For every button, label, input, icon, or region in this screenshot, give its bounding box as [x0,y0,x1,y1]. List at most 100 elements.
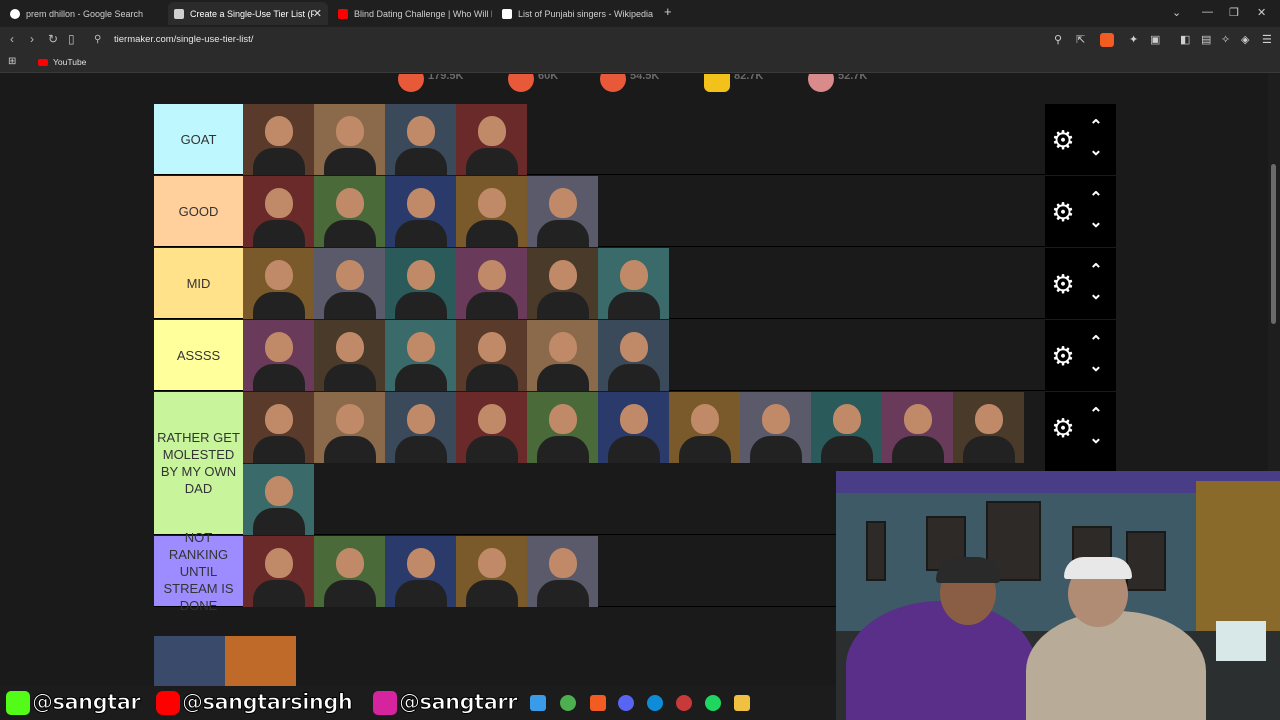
tier-item-image[interactable] [456,536,527,607]
tier-item-image[interactable] [385,392,456,463]
move-down-icon[interactable]: ⌄ [1087,143,1105,159]
discord-icon[interactable] [618,695,634,711]
windows-start-icon[interactable] [530,695,546,711]
tier-item-image[interactable] [882,392,953,463]
tier-label[interactable]: GOOD [154,176,243,246]
tier-label[interactable]: ASSSS [154,320,243,390]
gear-icon[interactable]: ⚙ [1049,198,1077,226]
reaction-icon[interactable] [808,74,834,92]
reload-icon[interactable]: ↻ [48,32,58,46]
gear-icon[interactable]: ⚙ [1049,270,1077,298]
tier-item-image[interactable] [314,248,385,319]
edge-icon[interactable] [647,695,663,711]
minimize-icon[interactable]: — [1202,6,1213,18]
tier-item-image[interactable] [243,536,314,607]
tab-tiermaker[interactable]: Create a Single-Use Tier List (Pri ✕ [168,2,328,25]
tier-item-image[interactable] [243,104,314,175]
tier-item-image[interactable] [598,248,669,319]
tier-item-image[interactable] [243,176,314,247]
close-tab-icon[interactable]: ✕ [313,7,322,20]
tier-item-image[interactable] [243,320,314,391]
reaction-icon[interactable] [398,74,424,92]
tier-item-image[interactable] [314,536,385,607]
move-up-icon[interactable]: ⌃ [1087,407,1105,423]
reaction-icon[interactable] [600,74,626,92]
move-up-icon[interactable]: ⌃ [1087,335,1105,351]
tier-item-image[interactable] [314,104,385,175]
tab-manager-icon[interactable]: ▣ [1150,33,1160,46]
wallet-icon[interactable]: ▤ [1201,33,1211,46]
tier-item-image[interactable] [740,392,811,463]
gear-icon[interactable]: ⚙ [1049,126,1077,154]
move-up-icon[interactable]: ⌃ [1087,191,1105,207]
tier-label[interactable]: GOAT [154,104,243,174]
move-down-icon[interactable]: ⌄ [1087,431,1105,447]
reaction-icon[interactable] [704,74,730,92]
site-info-icon[interactable]: ⚲ [94,34,101,45]
back-icon[interactable]: ‹ [10,32,14,46]
tier-item-image[interactable] [456,104,527,175]
tier-item-image[interactable] [314,320,385,391]
tier-item-image[interactable] [385,176,456,247]
tier-item-image[interactable] [527,392,598,463]
tier-item-image[interactable] [243,464,314,535]
apps-icon[interactable]: ⊞ [8,56,16,67]
bookmark-youtube[interactable]: YouTube [38,57,86,67]
scrollbar-thumb[interactable] [1271,164,1276,324]
tier-item-image[interactable] [598,320,669,391]
tier-label[interactable]: NOT RANKING UNTIL STREAM IS DONE [154,530,243,613]
tier-item-image[interactable] [456,248,527,319]
bookmark-icon[interactable]: ▯ [68,32,75,46]
tier-item-image[interactable] [385,104,456,175]
tier-item-image[interactable] [456,392,527,463]
move-down-icon[interactable]: ⌄ [1087,215,1105,231]
tier-item-image[interactable] [598,392,669,463]
obs-icon[interactable] [676,695,692,711]
tier-item-image[interactable] [527,176,598,247]
tab-search-icon[interactable]: ⌄ [1172,6,1181,19]
tier-item-image[interactable] [669,392,740,463]
unranked-item-image[interactable] [225,636,296,686]
chrome-icon[interactable] [560,695,576,711]
tab-google-search[interactable]: prem dhillon - Google Search [4,2,164,25]
menu-icon[interactable]: ☰ [1262,33,1272,46]
reaction-icon[interactable] [508,74,534,92]
tier-item-image[interactable] [527,320,598,391]
brave-icon[interactable] [590,695,606,711]
tier-item-image[interactable] [953,392,1024,463]
tier-item-image[interactable] [456,176,527,247]
file-explorer-icon[interactable] [734,695,750,711]
tier-item-image[interactable] [385,248,456,319]
tier-item-image[interactable] [243,392,314,463]
sidebar-icon[interactable]: ◧ [1180,33,1190,46]
tier-item-image[interactable] [385,536,456,607]
vpn-icon[interactable]: ◈ [1241,33,1249,46]
tier-item-image[interactable] [314,392,385,463]
tier-item-image[interactable] [527,536,598,607]
tier-item-image[interactable] [456,320,527,391]
zoom-icon[interactable]: ⚲ [1054,33,1062,46]
gear-icon[interactable]: ⚙ [1049,414,1077,442]
gear-icon[interactable]: ⚙ [1049,342,1077,370]
tier-item-image[interactable] [385,320,456,391]
move-down-icon[interactable]: ⌄ [1087,359,1105,375]
restore-icon[interactable]: ❐ [1229,6,1239,19]
brave-shield-icon[interactable] [1100,33,1114,47]
tier-item-image[interactable] [243,248,314,319]
move-up-icon[interactable]: ⌃ [1087,263,1105,279]
tier-label[interactable]: RATHER GET MOLESTED BY MY OWN DAD [154,392,243,534]
move-down-icon[interactable]: ⌄ [1087,287,1105,303]
new-tab-button[interactable]: + [664,4,672,19]
extensions-icon[interactable]: ✦ [1129,33,1138,46]
share-icon[interactable]: ⇱ [1076,33,1085,46]
move-up-icon[interactable]: ⌃ [1087,119,1105,135]
spotify-icon[interactable] [705,695,721,711]
tab-youtube-video[interactable]: Blind Dating Challenge | Who Will Ki [332,2,492,25]
unranked-item-image[interactable] [154,636,225,686]
tier-item-image[interactable] [314,176,385,247]
url-field[interactable]: tiermaker.com/single-use-tier-list/ [114,34,253,45]
tier-item-image[interactable] [527,248,598,319]
leo-icon[interactable]: ✧ [1221,33,1230,46]
tier-item-image[interactable] [811,392,882,463]
close-window-icon[interactable]: ✕ [1257,6,1266,19]
